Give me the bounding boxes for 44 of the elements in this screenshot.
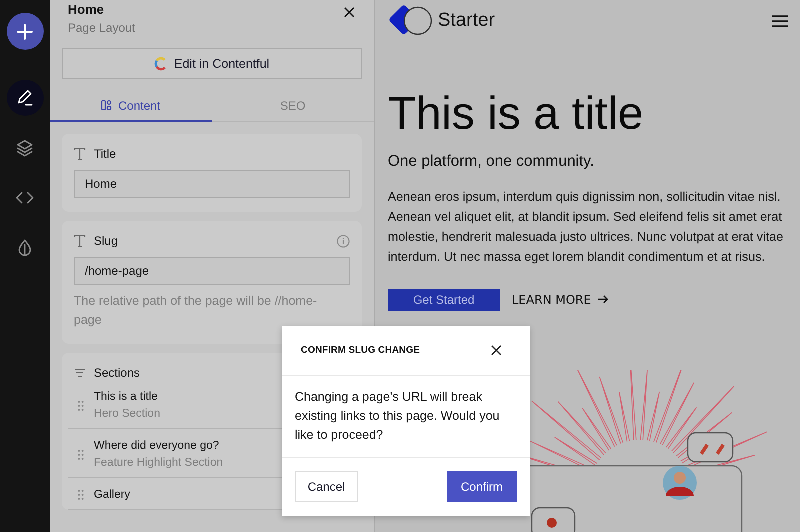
learn-more-link[interactable]: LEARN MORE (512, 292, 610, 307)
hero-heading: This is a title (388, 88, 645, 139)
cancel-button[interactable]: Cancel (295, 471, 358, 502)
confirm-button[interactable]: Confirm (447, 471, 517, 502)
dialog-message: Changing a page's URL will break existing links to this page. Would you like to proceed? (282, 376, 530, 458)
section-title: Gallery (94, 489, 130, 501)
close-icon[interactable] (491, 345, 502, 356)
text-type-icon (74, 234, 86, 248)
layout-icon (101, 100, 112, 111)
drop-icon (16, 239, 34, 257)
edit-in-contentful-button[interactable]: Edit in Contentful (62, 48, 362, 79)
pencil-icon (16, 89, 34, 107)
get-started-button[interactable]: Get Started (388, 288, 500, 311)
text-field[interactable]: Home (74, 170, 350, 198)
section-type: Feature Highlight Section (94, 457, 224, 469)
text-type-icon (74, 148, 86, 160)
section-title: Where did everyone go? (94, 440, 220, 452)
field-label: Title (94, 147, 116, 161)
panel-title: Home (68, 2, 106, 17)
close-icon[interactable] (344, 7, 355, 18)
drag-handle-icon[interactable] (78, 400, 84, 412)
drag-handle-icon[interactable] (78, 448, 84, 460)
help-text: The relative path of the page will be //home-page (74, 293, 318, 329)
menu-icon[interactable] (772, 14, 788, 28)
panel-subtitle: Page Layout (68, 21, 136, 35)
list-icon (74, 368, 86, 378)
logo-icon (387, 4, 435, 38)
arrow-right-icon (598, 294, 610, 306)
hero-paragraph: Aenean eros ipsum, interdum quis dignissim non, sollicitudin vitae nisl. Aenean vel aliquet elit, at blandit ipsum. Sed eleifend felis sit amet erat molestie, hendrerit malesuada justo ultrices. Nunc volutpat at erat vitae interdum. Ut nec massa eget lorem blandit condimentum et at risus. (388, 188, 785, 266)
sections-label: Sections (94, 366, 140, 380)
layers-icon (16, 139, 34, 157)
drag-handle-icon[interactable] (78, 489, 84, 501)
panel-tab[interactable]: Content (50, 91, 212, 122)
field-label: Slug (94, 234, 118, 248)
brand-name: Starter (438, 10, 496, 32)
contentful-logo-icon (154, 56, 168, 70)
plus-icon (17, 24, 33, 40)
text-field[interactable]: /home-page (74, 257, 350, 285)
dialog-title: CONFIRM SLUG CHANGE (301, 345, 420, 356)
edit-nav-button[interactable] (6, 80, 44, 116)
add-button[interactable] (6, 13, 44, 50)
section-type: Hero Section (94, 408, 160, 420)
section-title: This is a title (94, 391, 159, 403)
hero-subheading: One platform, one community. (388, 152, 596, 171)
